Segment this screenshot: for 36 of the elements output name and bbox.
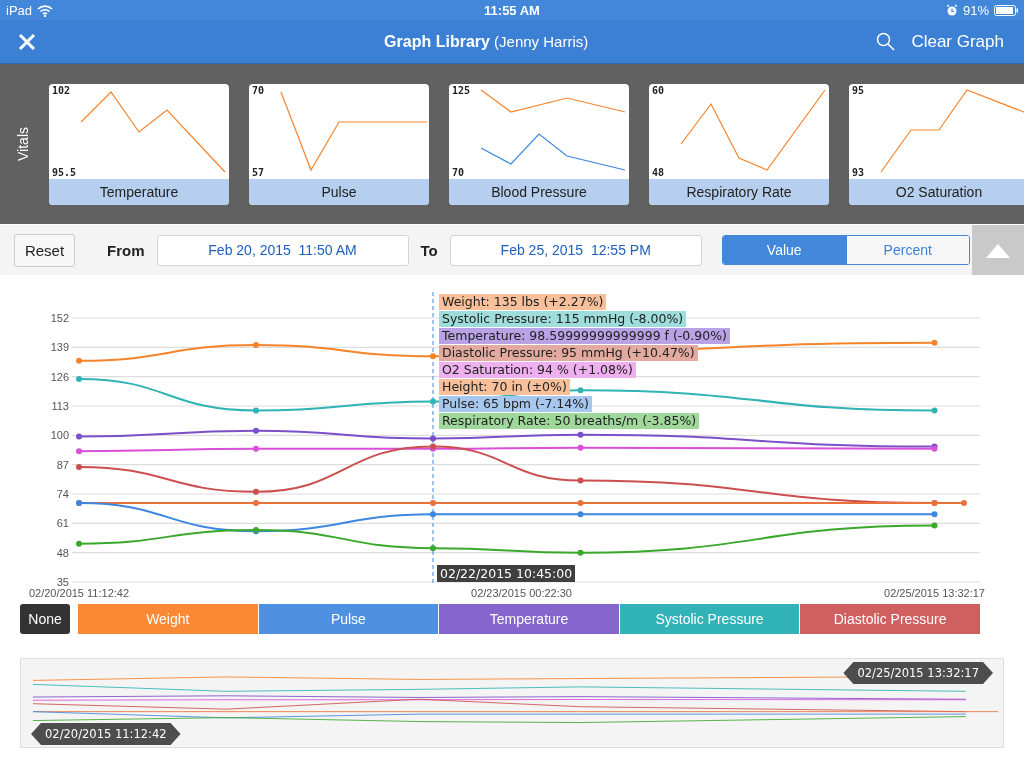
- axis-min-label: 70: [452, 166, 465, 178]
- crosshair-date-label: 02/22/2015 10:45:00: [437, 565, 576, 582]
- card-title: Temperature: [49, 178, 229, 205]
- card-title: Pulse: [249, 178, 429, 205]
- axis-label: 74: [56, 488, 69, 500]
- axis-label: 61: [56, 517, 69, 530]
- axis-min-label: 57: [252, 166, 265, 178]
- axis-max-label: 95: [852, 84, 865, 96]
- axis-label: 100: [50, 429, 69, 442]
- axis-max-label: 60: [652, 84, 665, 96]
- axis-label: 87: [56, 458, 69, 471]
- to-label: To: [420, 241, 438, 259]
- axis-label: 152: [50, 312, 69, 324]
- battery-percent: 91%: [963, 2, 989, 18]
- section-label: Vitals: [15, 127, 31, 161]
- axis-label: 139: [50, 341, 69, 354]
- axis-min-label: 93: [852, 166, 865, 178]
- axis-min-label: 48: [652, 166, 665, 178]
- axis-min-label: 95.5: [52, 166, 77, 178]
- axis-label: 113: [51, 400, 69, 412]
- status-time: 11:55 AM: [484, 2, 540, 18]
- card-title: Respiratory Rate: [649, 178, 829, 205]
- axis-label: 02/20/2015 11:12:42: [28, 587, 130, 599]
- axis-label: 35: [56, 576, 69, 588]
- device-name: iPad: [6, 2, 33, 18]
- from-label: From: [107, 241, 145, 259]
- card-title: O2 Saturation: [849, 178, 1024, 205]
- axis-max-label: 70: [252, 84, 265, 96]
- axis-label: 02/23/2015 00:22:30: [471, 587, 572, 599]
- screen-title: Graph Library (Jenny Harris): [383, 32, 590, 51]
- axis-label: 48: [56, 546, 69, 559]
- axis-max-label: 125: [452, 84, 471, 96]
- axis-label: 02/25/2015 13:32:17: [884, 587, 985, 599]
- axis-label: 126: [50, 370, 69, 383]
- axis-max-label: 102: [52, 84, 71, 96]
- card-title: Blood Pressure: [449, 178, 629, 205]
